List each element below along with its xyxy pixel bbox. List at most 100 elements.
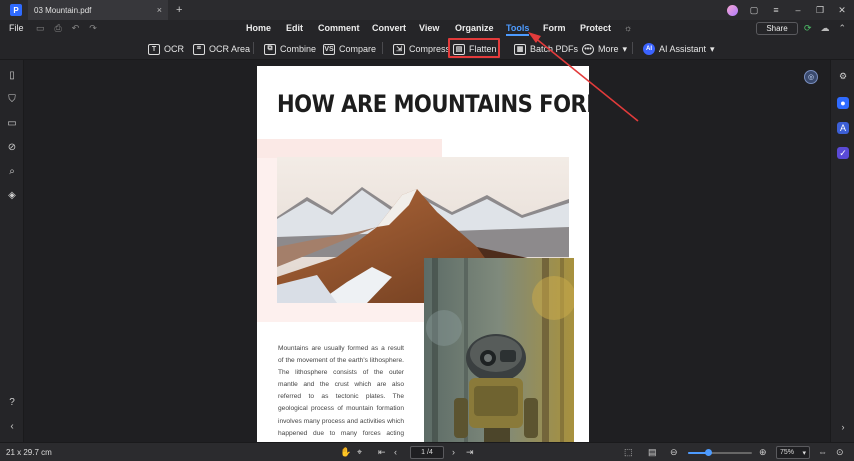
ai-assistant-label: AI Assistant — [659, 44, 707, 54]
shield-icon[interactable]: ✓ — [837, 147, 849, 159]
avatar[interactable] — [727, 4, 738, 16]
app-logo-icon: P — [10, 4, 22, 16]
toolbar-divider — [382, 42, 383, 54]
document-tab[interactable]: 03 Mountain.pdf × — [28, 0, 168, 20]
ocr-label: OCR — [164, 44, 184, 54]
combine-button[interactable]: ⧉ Combine — [264, 41, 316, 57]
ocr-area-label: OCR Area — [209, 44, 251, 54]
more-label: More — [598, 44, 619, 54]
zoom-slider-handle[interactable] — [705, 449, 713, 456]
menu-view[interactable]: View — [419, 23, 439, 33]
hand-tool-icon[interactable]: ✋ — [340, 447, 351, 458]
restore-icon[interactable]: ❐ — [814, 5, 826, 16]
page-thumbnail-icon[interactable]: ▯ — [6, 70, 18, 82]
more-icon: ••• — [582, 43, 594, 55]
zoom-in-icon[interactable]: ⊕ — [759, 447, 767, 458]
collapse-left-icon[interactable]: ‹ — [6, 421, 18, 433]
chevron-down-icon: ▾ — [802, 449, 806, 457]
floating-ai-button[interactable]: ◎ — [804, 70, 818, 84]
pdf-page[interactable]: HOW ARE MOUNTAINS FORMED? — [257, 66, 589, 442]
zoom-out-icon[interactable]: ⊖ — [670, 447, 678, 458]
comment-icon[interactable]: ▭ — [6, 118, 18, 130]
chevron-down-icon: ▾ — [622, 43, 628, 54]
menu-bar: File ▭ ⎙ ↶ ↷ Home Edit Comment Convert V… — [0, 20, 854, 38]
compress-icon: ⇲ — [393, 43, 405, 55]
translate-icon[interactable]: A — [837, 122, 849, 134]
toolbar-divider — [632, 42, 633, 54]
fit-width-icon[interactable]: ⇔ — [818, 447, 827, 457]
flatten-highlight-box — [448, 38, 500, 58]
batch-pdfs-label: Batch PDFs — [530, 44, 579, 54]
previous-page-icon[interactable]: ‹ — [394, 447, 397, 457]
compare-label: Compare — [339, 44, 377, 54]
more-button[interactable]: ••• More ▾ — [582, 41, 627, 57]
batch-icon: ▦ — [514, 43, 526, 55]
close-window-icon[interactable]: ✕ — [836, 5, 848, 16]
lightbulb-icon[interactable]: ☼ — [624, 23, 632, 33]
menu-convert[interactable]: Convert — [372, 23, 406, 33]
batch-pdfs-button[interactable]: ▦ Batch PDFs — [514, 41, 578, 57]
compress-label: Compress — [409, 44, 451, 54]
zoom-value: 75% — [780, 449, 795, 456]
ocr-area-button[interactable]: ⌗ OCR Area — [193, 41, 250, 57]
close-tab-icon[interactable]: × — [157, 5, 162, 15]
combine-icon: ⧉ — [264, 43, 276, 55]
layers-icon[interactable]: ◈ — [6, 190, 18, 202]
page-layout-icon[interactable]: ▤ — [648, 447, 657, 458]
menu-home[interactable]: Home — [246, 23, 271, 33]
file-menu[interactable]: File — [9, 23, 24, 33]
ocr-button[interactable]: T OCR — [148, 41, 184, 57]
next-page-icon[interactable]: › — [452, 447, 455, 457]
help-icon[interactable]: ? — [6, 397, 18, 409]
zoom-select[interactable]: 75% ▾ — [776, 446, 810, 459]
page-title: HOW ARE MOUNTAINS FORMED? — [277, 90, 589, 118]
bookmark-icon[interactable]: ⛉ — [6, 94, 18, 106]
ocr-area-icon: ⌗ — [193, 43, 205, 55]
minimize-icon[interactable]: – — [792, 5, 804, 15]
cursor-mode-icon[interactable]: ⬚ — [624, 447, 633, 458]
ocr-icon: T — [148, 43, 160, 55]
share-button[interactable]: Share — [756, 22, 798, 35]
status-bar: 21 x 29.7 cm ✋ ⌖ ⇤ ‹ 1 /4 › ⇥ ⬚ ▤ ⊖ ⊕ 75… — [0, 442, 854, 461]
compare-icon: VS — [323, 43, 335, 55]
open-icon[interactable]: ▭ — [36, 23, 45, 34]
print-icon[interactable]: ⎙ — [55, 23, 62, 34]
fullscreen-icon[interactable]: ⊙ — [836, 447, 844, 458]
collapse-right-icon[interactable]: › — [837, 421, 849, 433]
redo-icon[interactable]: ↷ — [89, 23, 97, 34]
body-paragraph: Mountains are usually formed as a result… — [278, 345, 404, 442]
left-sidebar: ▯ ⛉ ▭ ⊘ ⌕ ◈ ? ‹ — [0, 60, 24, 442]
ai-icon: AI — [643, 43, 655, 55]
menu-icon[interactable]: ≡ — [770, 5, 782, 15]
menu-organize[interactable]: Organize — [455, 23, 494, 33]
sync-icon[interactable]: ⟳ — [804, 23, 812, 34]
select-tool-icon[interactable]: ⌖ — [357, 447, 362, 458]
message-icon[interactable]: ▢ — [748, 5, 760, 16]
zoom-slider[interactable] — [688, 449, 752, 456]
ai-chat-icon[interactable]: ● — [837, 97, 849, 109]
menu-edit[interactable]: Edit — [286, 23, 303, 33]
ai-assistant-button[interactable]: AI AI Assistant ▾ — [643, 41, 715, 57]
menu-comment[interactable]: Comment — [318, 23, 360, 33]
new-tab-button[interactable]: + — [176, 4, 182, 16]
robot-photo — [424, 258, 574, 442]
properties-icon[interactable]: ⚙ — [837, 70, 849, 82]
document-tab-label: 03 Mountain.pdf — [34, 5, 92, 15]
right-sidebar: ⚙ ● A ✓ › — [830, 60, 854, 442]
undo-icon[interactable]: ↶ — [72, 23, 80, 34]
compare-button[interactable]: VS Compare — [323, 41, 376, 57]
compress-button[interactable]: ⇲ Compress — [393, 41, 450, 57]
expand-icon[interactable]: ⌃ — [839, 23, 847, 34]
menu-tools[interactable]: Tools — [506, 23, 530, 36]
menu-form[interactable]: Form — [543, 23, 566, 33]
combine-label: Combine — [280, 44, 317, 54]
attachment-icon[interactable]: ⊘ — [6, 142, 18, 154]
menu-protect[interactable]: Protect — [580, 23, 611, 33]
page-number-input[interactable]: 1 /4 — [410, 446, 444, 459]
upload-icon[interactable]: ☁ — [821, 23, 830, 34]
search-icon[interactable]: ⌕ — [6, 166, 18, 178]
last-page-icon[interactable]: ⇥ — [466, 447, 474, 458]
chevron-down-icon: ▾ — [710, 43, 715, 54]
page-size-label: 21 x 29.7 cm — [6, 448, 52, 457]
first-page-icon[interactable]: ⇤ — [378, 447, 386, 458]
